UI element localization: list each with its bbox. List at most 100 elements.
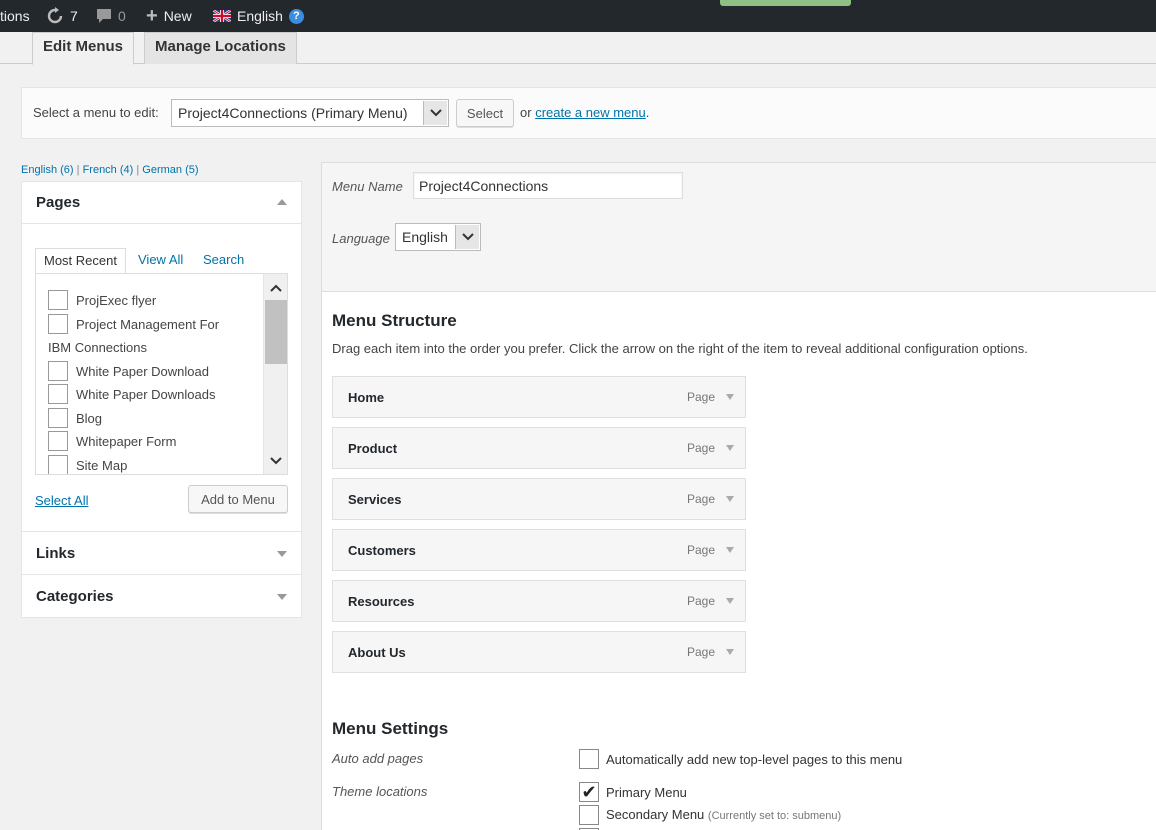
language-filter-links: English (6) | French (4) | German (5) — [21, 164, 199, 176]
chevron-up-icon[interactable] — [264, 276, 287, 300]
menu-item-label: Product — [348, 441, 398, 456]
create-new-menu-link[interactable]: create a new menu — [535, 105, 646, 120]
list-item-continuation: IBM Connections — [48, 340, 147, 355]
pages-checklist: ProjExec flyer Project Management For IB… — [35, 273, 288, 475]
menu-item-label: Home — [348, 390, 385, 405]
categories-panel[interactable]: Categories — [21, 574, 302, 618]
tab-manage-locations[interactable]: Manage Locations — [144, 32, 297, 64]
checkbox[interactable] — [48, 314, 68, 334]
caret-down-icon[interactable] — [726, 649, 734, 655]
menu-item-type: Page — [686, 645, 715, 659]
menu-item-services[interactable]: Services Page — [332, 478, 746, 520]
language-switcher[interactable]: English ? — [213, 0, 304, 32]
help-icon[interactable]: ? — [288, 8, 304, 24]
checkbox[interactable] — [48, 290, 68, 310]
checkbox[interactable] — [48, 361, 68, 381]
site-name-link[interactable]: tions — [0, 0, 30, 32]
list-item-label: Project Management For — [76, 316, 220, 332]
menu-item-customers[interactable]: Customers Page — [332, 529, 746, 571]
select-all-link[interactable]: Select All — [35, 493, 88, 508]
menu-item-label: About Us — [348, 645, 406, 660]
list-item-label: White Paper Download — [76, 363, 209, 379]
site-name-text: tions — [0, 8, 30, 24]
caret-down-icon[interactable] — [726, 496, 734, 502]
uk-flag-icon — [213, 10, 231, 22]
select-menu-or-text: or create a new menu. — [520, 105, 649, 120]
list-item[interactable]: White Paper Downloads — [48, 384, 215, 404]
new-label: New — [163, 8, 192, 24]
menu-item-type: Page — [686, 492, 715, 506]
chevron-down-icon[interactable] — [264, 449, 287, 473]
auto-add-text: Automatically add new top-level pages to… — [606, 752, 903, 767]
add-to-menu-button[interactable]: Add to Menu — [188, 485, 288, 513]
chevron-down-icon — [277, 551, 287, 557]
menu-item-type: Page — [686, 441, 715, 455]
links-panel[interactable]: Links — [21, 531, 302, 575]
menu-item-about-us[interactable]: About Us Page — [332, 631, 746, 673]
comment-icon — [97, 9, 111, 23]
tab-edit-menus[interactable]: Edit Menus — [32, 32, 135, 65]
list-item[interactable]: Site Map — [48, 455, 128, 474]
menu-item-label: Customers — [348, 543, 416, 558]
menu-select-dropdown[interactable]: Project4Connections (Primary Menu) — [171, 99, 449, 127]
list-item-label: Site Map — [76, 457, 128, 473]
period-text: . — [645, 105, 650, 120]
lang-link-english[interactable]: English (6) — [21, 164, 74, 176]
list-item[interactable]: ProjExec flyer — [48, 290, 156, 310]
tab-search[interactable]: Search — [195, 248, 252, 274]
select-button[interactable]: Select — [456, 99, 514, 127]
chevron-up-icon — [277, 199, 287, 205]
caret-down-icon[interactable] — [726, 394, 734, 400]
language-label: English — [237, 8, 283, 24]
scroll-thumb[interactable] — [265, 300, 287, 364]
secondary-menu-checkbox[interactable] — [579, 805, 599, 825]
list-item[interactable]: White Paper Download — [48, 361, 209, 381]
theme-locations-label: Theme locations — [332, 784, 428, 799]
tab-most-recent[interactable]: Most Recent — [35, 248, 126, 274]
menu-item-product[interactable]: Product Page — [332, 427, 746, 469]
menu-structure-title: Menu Structure — [332, 311, 457, 330]
primary-menu-text: Primary Menu — [606, 785, 687, 800]
comments-link[interactable]: 0 — [96, 0, 126, 32]
list-item[interactable]: Blog — [48, 408, 102, 428]
refresh-icon — [47, 7, 63, 24]
checkmark-icon: ✔ — [581, 782, 597, 802]
menu-settings-title: Menu Settings — [332, 719, 449, 738]
lang-link-german[interactable]: German (5) — [142, 164, 198, 176]
checkbox[interactable] — [48, 431, 68, 451]
menu-header: Menu Name Project4Connections Language E… — [321, 162, 1156, 292]
checkbox[interactable] — [48, 384, 68, 404]
new-content-link[interactable]: + New — [146, 0, 192, 32]
select-menu-label: Select a menu to edit: — [33, 105, 159, 120]
links-panel-title: Links — [36, 545, 76, 562]
tab-view-all[interactable]: View All — [130, 248, 191, 274]
primary-menu-checkbox[interactable]: ✔ — [579, 782, 599, 802]
secondary-menu-row: Secondary Menu (Currently set to: submen… — [606, 807, 841, 822]
menu-item-home[interactable]: Home Page — [332, 376, 746, 418]
lang-link-french[interactable]: French (4) — [83, 164, 134, 176]
menu-item-resources[interactable]: Resources Page — [332, 580, 746, 622]
list-item-label: ProjExec flyer — [76, 292, 157, 308]
language-select-value: English — [402, 229, 448, 245]
chevron-down-icon — [455, 225, 479, 249]
checkbox[interactable] — [48, 455, 68, 474]
language-select-dropdown[interactable]: English — [395, 223, 481, 251]
menu-name-input[interactable]: Project4Connections — [413, 172, 683, 199]
chevron-down-icon — [277, 594, 287, 600]
select-menu-bar: Select a menu to edit: Project4Connectio… — [21, 87, 1156, 139]
caret-down-icon[interactable] — [726, 445, 734, 451]
updates-count: 7 — [70, 8, 78, 24]
scrollbar[interactable] — [263, 274, 287, 474]
caret-down-icon[interactable] — [726, 598, 734, 604]
pages-panel-header[interactable]: Pages — [22, 182, 301, 224]
list-item-label: IBM Connections — [48, 340, 147, 355]
list-item[interactable]: Project Management For — [48, 314, 219, 334]
updates-link[interactable]: 7 — [46, 0, 78, 32]
comments-count: 0 — [118, 8, 126, 24]
auto-add-checkbox[interactable] — [579, 749, 599, 769]
checkbox[interactable] — [48, 408, 68, 428]
or-text: or — [520, 105, 532, 120]
list-item[interactable]: Whitepaper Form — [48, 431, 176, 451]
menu-item-label: Resources — [348, 594, 415, 609]
caret-down-icon[interactable] — [726, 547, 734, 553]
